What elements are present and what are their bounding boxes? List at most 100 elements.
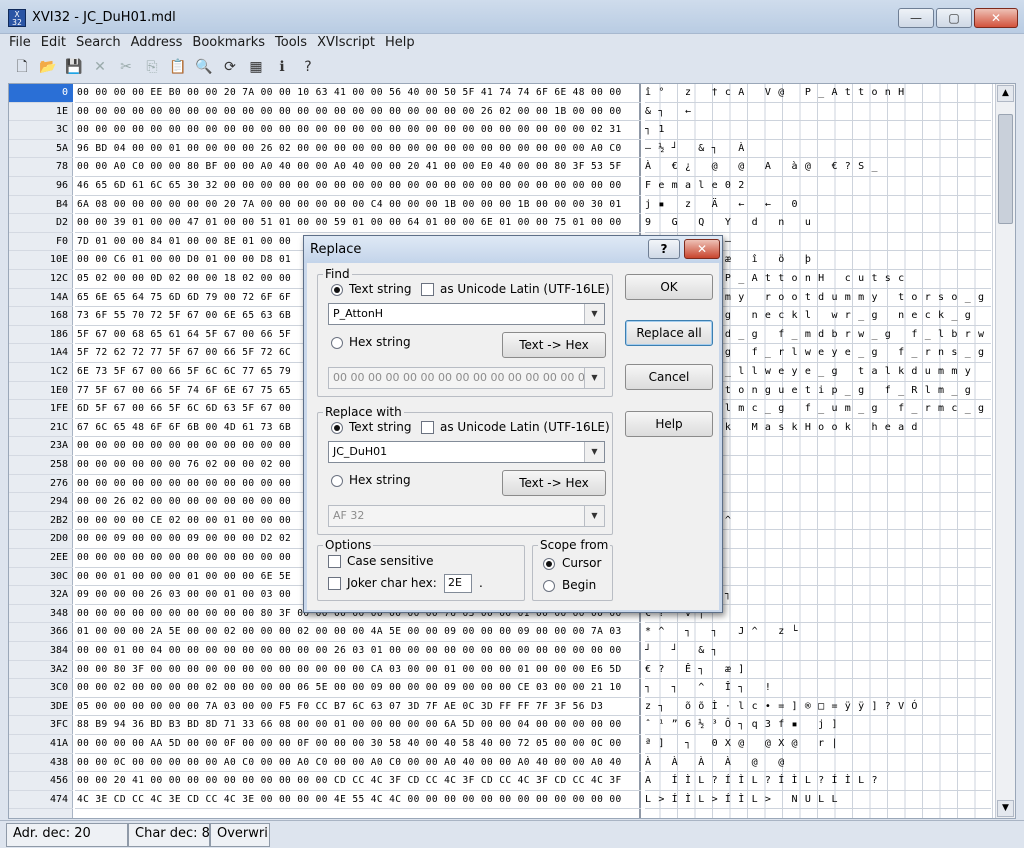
cancel-button[interactable]: Cancel [625, 364, 713, 390]
text-row[interactable]: €? Ê┐ æ] [645, 661, 991, 680]
menu-search[interactable]: Search [71, 34, 126, 53]
vertical-scrollbar[interactable]: ▲ ▼ [995, 84, 1015, 818]
row-address: 384 [9, 642, 73, 661]
save-icon[interactable]: 💾 [62, 56, 86, 78]
text-row[interactable]: ┘ ┘ &┐ [645, 642, 991, 661]
help-icon[interactable]: ? [296, 56, 320, 78]
replace-all-button[interactable]: Replace all [625, 320, 713, 346]
find-icon[interactable]: 🔍 [192, 56, 216, 78]
replace-text-string-radio[interactable] [331, 422, 343, 434]
hex-row[interactable]: 00 00 00 00 00 00 00 00 00 00 00 00 00 0… [75, 103, 641, 122]
find-hex-input[interactable]: 00 00 00 00 00 00 00 00 00 00 00 00 00 0… [328, 367, 605, 389]
address-column: 0 1E 3C 5A 78 96 B4 D2 F0 10E 12C 14A 168 186 1A4 1C2 1E… [9, 84, 73, 818]
hex-row[interactable]: 00 00 00 00 EE B0 00 00 20 7A 00 00 10 6… [75, 84, 641, 103]
chevron-down-icon[interactable]: ▼ [584, 368, 604, 388]
dialog-close-button[interactable]: ✕ [684, 239, 720, 259]
find-unicode-checkbox[interactable] [421, 283, 434, 296]
hex-row[interactable]: 05 00 00 00 00 00 00 7A 03 00 00 F5 F0 C… [75, 698, 641, 717]
menu-edit[interactable]: Edit [36, 34, 71, 53]
row-address: 0 [9, 84, 73, 103]
find-hex-string-radio[interactable] [331, 337, 343, 349]
hex-row[interactable]: 00 00 00 00 00 00 00 00 00 00 00 00 00 0… [75, 121, 641, 140]
chevron-down-icon[interactable]: ▼ [584, 304, 604, 324]
ok-button[interactable]: OK [625, 274, 713, 300]
replace-unicode-checkbox[interactable] [421, 421, 434, 434]
scroll-up-icon[interactable]: ▲ [997, 85, 1014, 102]
menu-help[interactable]: Help [380, 34, 420, 53]
hex-row[interactable]: 96 BD 04 00 00 01 00 00 00 00 26 02 00 0… [75, 140, 641, 159]
text-row[interactable]: 9 G Q Y d n u [645, 214, 991, 233]
menu-tools[interactable]: Tools [270, 34, 312, 53]
menu-address[interactable]: Address [126, 34, 188, 53]
menu-bookmarks[interactable]: Bookmarks [187, 34, 270, 53]
scope-begin-radio[interactable] [543, 580, 555, 592]
text-row[interactable]: L>ÍÌL>ÍÌL> NULL [645, 791, 991, 810]
text-row[interactable]: ┐ ┐ ^ Î┐ ! [645, 679, 991, 698]
scroll-thumb[interactable] [998, 114, 1013, 224]
text-row[interactable]: À À À À @ @ [645, 754, 991, 773]
text-row[interactable]: Female02 [645, 177, 991, 196]
row-address: 21C [9, 419, 73, 438]
copy-icon[interactable]: ⎘ [140, 56, 164, 78]
text-row[interactable]: î° z †cA V@ P_AttonH [645, 84, 991, 103]
hex-row[interactable]: 00 00 02 00 00 00 00 02 00 00 00 00 06 5… [75, 679, 641, 698]
joker-char-input[interactable]: 2E [444, 574, 472, 593]
hex-row[interactable]: 6A 08 00 00 00 00 00 00 20 7A 00 00 00 0… [75, 196, 641, 215]
find-text-string-radio[interactable] [331, 284, 343, 296]
text-row[interactable]: A ÍÌL?ÍÌL?ÍÌL?ÍÌL? [645, 772, 991, 791]
joker-char-checkbox[interactable] [328, 577, 341, 590]
text-row[interactable]: z┐ õõÌ·lc•=]®□=ÿÿ]?VÓ [645, 698, 991, 717]
find-hex-value: 00 00 00 00 00 00 00 00 00 00 00 00 00 0… [333, 371, 585, 384]
row-address: 30C [9, 568, 73, 587]
status-mode: Overwri [210, 823, 270, 847]
replace-hex-string-radio[interactable] [331, 475, 343, 487]
paste-icon[interactable]: 📋 [166, 56, 190, 78]
row-address: 10E [9, 251, 73, 270]
text-row[interactable]: ª] ┐ 0X@ @X@ r| [645, 735, 991, 754]
replace-text-to-hex-button[interactable]: Text -> Hex [502, 470, 606, 496]
replace-text-input[interactable]: JC_DuH01 ▼ [328, 441, 605, 463]
text-row[interactable]: j▪ z Ä ← ← 0 [645, 196, 991, 215]
menu-file[interactable]: File [4, 34, 36, 53]
find-text-input[interactable]: P_AttonH ▼ [328, 303, 605, 325]
find-text-to-hex-button[interactable]: Text -> Hex [502, 332, 606, 358]
hex-row[interactable]: 46 65 6D 61 6C 65 30 32 00 00 00 00 00 0… [75, 177, 641, 196]
text-row[interactable]: &┐ ← [645, 103, 991, 122]
help-button[interactable]: Help [625, 411, 713, 437]
scroll-down-icon[interactable]: ▼ [997, 800, 1014, 817]
hex-row[interactable]: 4C 3E CD CC 4C 3E CD CC 4C 3E 00 00 00 0… [75, 791, 641, 810]
hex-row[interactable]: 00 00 00 00 AA 5D 00 00 0F 00 00 00 0F 0… [75, 735, 641, 754]
hex-row[interactable]: 01 00 00 00 2A 5E 00 00 02 00 00 00 02 0… [75, 623, 641, 642]
hex-row[interactable]: 00 00 0C 00 00 00 00 00 A0 C0 00 00 A0 C… [75, 754, 641, 773]
scope-cursor-radio[interactable] [543, 558, 555, 570]
hex-row[interactable]: 00 00 39 01 00 00 47 01 00 00 51 01 00 0… [75, 214, 641, 233]
hex-row[interactable]: 00 00 A0 C0 00 00 80 BF 00 00 A0 40 00 0… [75, 158, 641, 177]
hex-row[interactable]: 88 B9 94 36 BD B3 BD 8D 71 33 66 08 00 0… [75, 716, 641, 735]
replace-icon[interactable]: ⟳ [218, 56, 242, 78]
chevron-down-icon[interactable]: ▼ [584, 442, 604, 462]
case-sensitive-checkbox[interactable] [328, 555, 341, 568]
info-icon[interactable]: ℹ [270, 56, 294, 78]
joker-char-label: Joker char hex: [347, 576, 437, 590]
hex-row[interactable]: 00 00 80 3F 00 00 00 00 00 00 00 00 00 0… [75, 661, 641, 680]
text-row[interactable]: ┐1 [645, 121, 991, 140]
close-button[interactable]: ✕ [974, 8, 1018, 28]
cut-icon[interactable]: ✂ [114, 56, 138, 78]
new-file-icon[interactable]: 🗋 [10, 56, 34, 78]
hex-row[interactable]: 00 00 20 41 00 00 00 00 00 00 00 00 00 0… [75, 772, 641, 791]
dialog-help-icon[interactable]: ? [648, 239, 680, 259]
open-folder-icon[interactable]: 📂 [36, 56, 60, 78]
replace-hex-input[interactable]: AF 32 ▼ [328, 505, 605, 527]
row-address: B4 [9, 196, 73, 215]
menu-xviscript[interactable]: XVIscript [312, 34, 380, 53]
text-row[interactable]: –½┘ &┐ À [645, 140, 991, 159]
chevron-down-icon[interactable]: ▼ [584, 506, 604, 526]
hex-row[interactable]: 00 00 01 00 04 00 00 00 00 00 00 00 00 0… [75, 642, 641, 661]
text-row[interactable]: *^ ┐ ┐ J^ z└ [645, 623, 991, 642]
minimize-button[interactable]: — [898, 8, 934, 28]
text-row[interactable]: À €¿ @ @ A à@ €?S_ [645, 158, 991, 177]
delete-icon[interactable]: ✕ [88, 56, 112, 78]
maximize-button[interactable]: ▢ [936, 8, 972, 28]
properties-icon[interactable]: ▦ [244, 56, 268, 78]
text-row[interactable]: ˆ¹”6½³Ô┐q3f▪ j] [645, 716, 991, 735]
